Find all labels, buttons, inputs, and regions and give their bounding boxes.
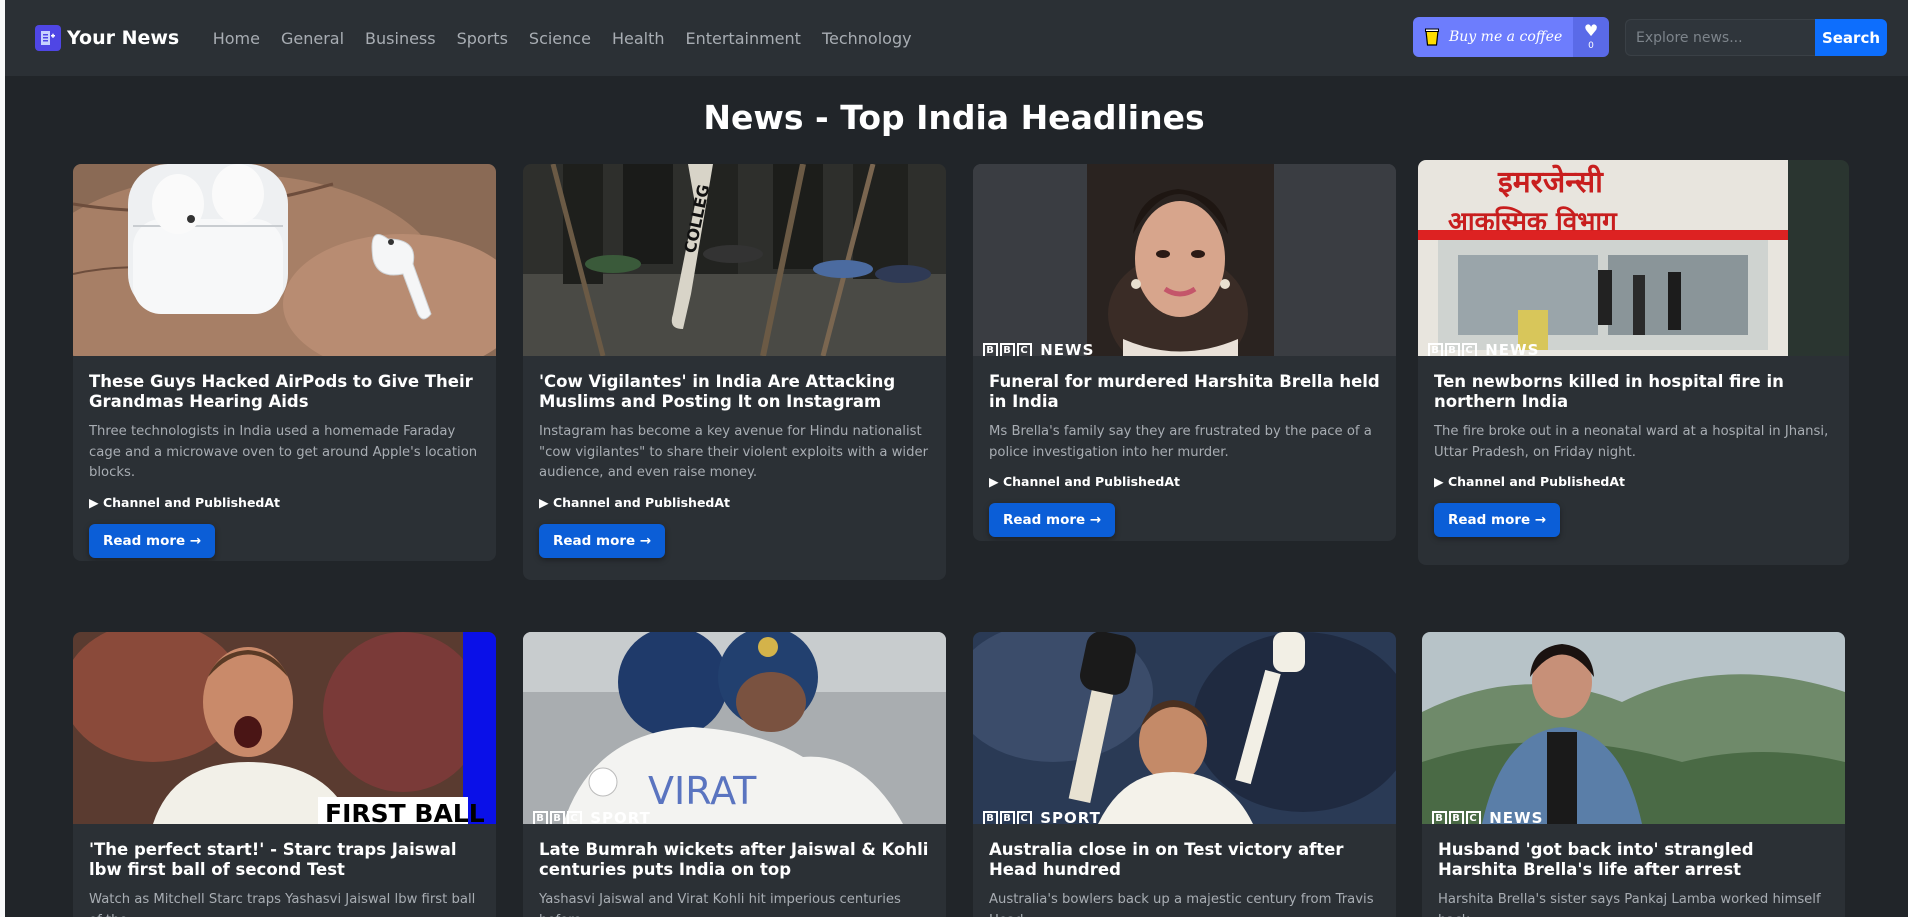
article-image-starc[interactable]: FIRST BALL [73, 632, 496, 824]
article-image-hospital[interactable]: इमरजेन्सी आकस्मिक विभाग BBC NEWS [1418, 160, 1849, 356]
page-title: News - Top India Headlines [703, 98, 1205, 137]
bbc-sport-watermark: BBC SPORT [983, 809, 1101, 824]
news-card: BBC SPORT Australia close in on Test vic… [973, 632, 1396, 917]
brand[interactable]: Your News [35, 25, 179, 51]
card-title: 'The perfect start!' - Starc traps Jaisw… [89, 840, 457, 879]
card-title: Husband 'got back into' strangled Harshi… [1438, 840, 1754, 879]
coffee-label: Buy me a coffee [1449, 29, 1563, 45]
card-description: Instagram has become a key avenue for Hi… [539, 424, 928, 480]
card-description: Three technologists in India used a home… [89, 424, 478, 480]
search-input[interactable] [1625, 19, 1815, 56]
news-card: BBC NEWS Funeral for murdered Harshita B… [973, 164, 1396, 541]
card-description: The fire broke out in a neonatal ward at… [1434, 424, 1829, 460]
details-label: Channel and PublishedAt [102, 494, 281, 510]
watermark-text: NEWS [1040, 341, 1095, 356]
sign-text-top: इमरजेन्सी [1497, 164, 1604, 200]
buy-me-a-coffee-button[interactable]: Buy me a coffee ♥ 0 [1413, 17, 1609, 57]
details-label: Channel and PublishedAt [552, 494, 731, 510]
card-title: Funeral for murdered Harshita Brella hel… [989, 372, 1380, 411]
card-title: Australia close in on Test victory after… [989, 840, 1344, 879]
details-label: Channel and PublishedAt [1002, 474, 1181, 489]
channel-details-toggle[interactable]: ▶ Channel and PublishedAt [1434, 474, 1833, 489]
news-card: इमरजेन्सी आकस्मिक विभाग BBC NEWS Ten new… [1418, 160, 1849, 565]
coffee-cup-icon [1425, 28, 1439, 46]
nav-link-science[interactable]: Science [529, 29, 591, 48]
watermark-text: NEWS [1485, 341, 1540, 356]
news-card: These Guys Hacked AirPods to Give Their … [73, 164, 496, 561]
news-card: BBC NEWS Husband 'got back into' strangl… [1422, 632, 1845, 917]
card-title: Ten newborns killed in hospital fire in … [1434, 372, 1784, 411]
card-title: Late Bumrah wickets after Jaiswal & Kohl… [539, 840, 929, 879]
card-description: Australia's bowlers back up a majestic c… [989, 892, 1374, 917]
nav-link-health[interactable]: Health [612, 29, 665, 48]
card-description: Watch as Mitchell Starc traps Yashasvi J… [89, 892, 476, 917]
card-description: Harshita Brella's sister says Pankaj Lam… [1438, 892, 1821, 917]
details-label: Channel and PublishedAt [1447, 474, 1626, 489]
heart-icon: ♥ [1583, 21, 1599, 40]
news-card: COLLEG 'Cow Vigilantes' in India Are Att… [523, 164, 946, 580]
search-button[interactable]: Search [1815, 19, 1887, 56]
channel-details-toggle[interactable]: ▶ Channel and PublishedAt [89, 495, 480, 510]
nav-link-business[interactable]: Business [365, 29, 436, 48]
navbar: Your News Home General Business Sports S… [5, 0, 1908, 76]
news-card: FIRST BALL 'The perfect start!' - Starc … [73, 632, 496, 917]
nav-link-sports[interactable]: Sports [457, 29, 508, 48]
nav-link-technology[interactable]: Technology [822, 29, 912, 48]
coffee-main[interactable]: Buy me a coffee [1413, 17, 1573, 57]
shirt-text: VIRAT [648, 769, 757, 813]
bbc-news-watermark: BBC NEWS [1428, 341, 1539, 356]
read-more-button[interactable]: Read more → [989, 503, 1116, 537]
brand-name: Your News [67, 27, 180, 49]
nav-link-general[interactable]: General [281, 29, 344, 48]
channel-details-toggle[interactable]: ▶ Channel and PublishedAt [989, 474, 1380, 489]
nav-link-entertainment[interactable]: Entertainment [685, 29, 800, 48]
read-more-button[interactable]: Read more → [539, 523, 666, 558]
watermark-text: SPORT [590, 809, 651, 824]
card-title: These Guys Hacked AirPods to Give Their … [89, 372, 473, 411]
card-description: Yashasvi Jaiswal and Virat Kohli hit imp… [539, 892, 901, 917]
article-image-harshita[interactable]: BBC NEWS [973, 164, 1396, 356]
nav-links: Home General Business Sports Science Hea… [202, 29, 922, 48]
article-image-vigilantes[interactable]: COLLEG [523, 164, 946, 356]
watermark-text: NEWS [1489, 809, 1544, 824]
card-description: Ms Brella's family say they are frustrat… [989, 424, 1372, 460]
news-logo-icon [35, 25, 61, 51]
article-image-head[interactable]: BBC SPORT [973, 632, 1396, 824]
read-more-button[interactable]: Read more → [89, 523, 216, 558]
bbc-sport-watermark: BBC SPORT [533, 809, 651, 824]
news-card: VIRAT BBC SPORT Late Bumrah wickets afte… [523, 632, 946, 917]
channel-details-toggle[interactable]: ▶ Channel and PublishedAt [539, 495, 930, 510]
article-image-brella[interactable]: BBC NEWS [1422, 632, 1845, 824]
coffee-like[interactable]: ♥ 0 [1573, 17, 1609, 57]
bbc-news-watermark: BBC NEWS [983, 341, 1094, 356]
watermark-text: SPORT [1040, 809, 1101, 824]
article-image-airpods[interactable] [73, 164, 496, 356]
coffee-count: 0 [1588, 41, 1594, 51]
article-image-kohli[interactable]: VIRAT BBC SPORT [523, 632, 946, 824]
read-more-button[interactable]: Read more → [1434, 503, 1561, 537]
nav-link-home[interactable]: Home [213, 29, 260, 48]
first-ball-caption: FIRST BALL [325, 799, 485, 824]
card-title: 'Cow Vigilantes' in India Are Attacking … [539, 372, 896, 411]
window-edge [0, 0, 5, 917]
sign-text-bottom: आकस्मिक विभाग [1448, 206, 1618, 237]
bbc-news-watermark: BBC NEWS [1432, 809, 1543, 824]
